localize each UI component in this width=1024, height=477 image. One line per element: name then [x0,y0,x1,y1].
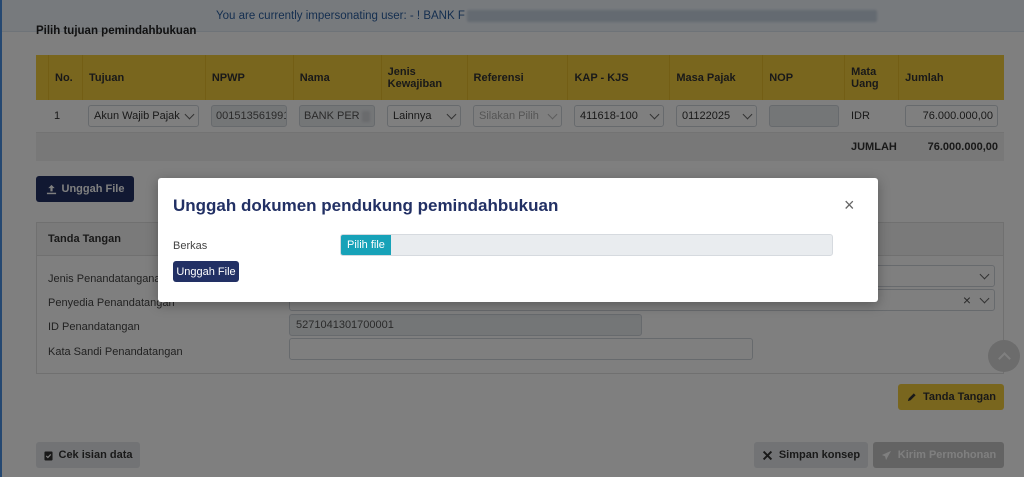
file-input[interactable]: Pilih file [340,234,833,256]
pilih-file-button[interactable]: Pilih file [341,235,391,255]
close-icon[interactable]: × [844,196,855,214]
upload-modal: Unggah dokumen pendukung pemindahbukuan … [158,178,878,302]
berkas-label: Berkas [173,240,208,252]
modal-title: Unggah dokumen pendukung pemindahbukuan [173,196,559,215]
modal-upload-button[interactable]: Unggah File [173,261,239,282]
